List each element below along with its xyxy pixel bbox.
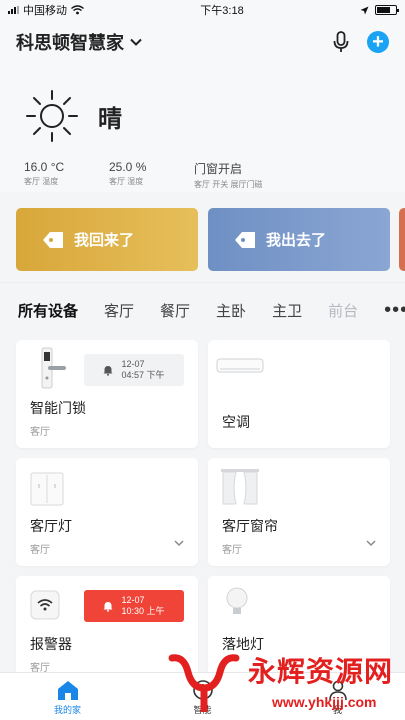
more-icon[interactable]: •••	[384, 299, 405, 322]
alarm-sensor-icon	[30, 590, 60, 620]
clock: 下午3:18	[200, 5, 244, 17]
temperature-stat: 16.0 °C 客厅 温度	[24, 160, 109, 190]
stat-label: 客厅 湿度	[109, 177, 144, 186]
weather-panel: 晴 16.0 °C 客厅 温度 25.0 % 客厅 湿度 门窗开启 客厅 开关 …	[0, 64, 405, 192]
last-event-badge: 12-07 04:57 下午	[84, 354, 184, 386]
app-header: 科思顿智慧家 +	[0, 20, 405, 64]
person-icon	[328, 680, 347, 701]
air-conditioner-icon	[216, 358, 264, 373]
tab-master-bathroom[interactable]: 主卫	[272, 300, 302, 321]
device-name: 落地灯	[222, 636, 264, 652]
tab-master-bedroom[interactable]: 主卧	[216, 300, 246, 321]
device-card-living-room-light[interactable]: 客厅灯 客厅	[16, 458, 198, 566]
wifi-icon	[71, 5, 84, 15]
stat-label: 客厅 温度	[24, 177, 59, 186]
stat-value: 16.0 °C	[24, 160, 65, 174]
home-selector[interactable]: 科思顿智慧家	[16, 29, 142, 55]
location-icon	[360, 6, 369, 14]
tabbar-label: 智能	[193, 705, 212, 715]
tab-dining-room[interactable]: 餐厅	[160, 300, 190, 321]
device-name: 报警器	[30, 636, 72, 652]
floor-lamp-icon	[226, 587, 248, 614]
device-grid: 12-0704:57 下午 智能门锁 客厅 空调 客厅灯 客厅 客厅窗帘 客厅	[0, 338, 405, 684]
tab-living-room[interactable]: 客厅	[104, 300, 134, 321]
scene-label: 我回来了	[74, 232, 135, 249]
door-sensor-stat: 门窗开启 客厅 开关 展厅门磁	[194, 160, 354, 190]
tag-icon	[235, 231, 255, 248]
stat-value: 门窗开启	[194, 162, 243, 176]
alarm-event-badge: 12-07 10:30 上午	[84, 590, 184, 622]
carrier-label: 中国移动	[23, 5, 67, 17]
device-room: 客厅	[30, 427, 50, 438]
device-card-air-conditioner[interactable]: 空调	[208, 340, 390, 448]
device-card-alarm[interactable]: 12-07 10:30 上午 报警器 客厅	[16, 576, 198, 684]
tabbar-label: 我的家	[53, 705, 81, 715]
bottom-tab-bar: 我的家 智能 我	[0, 672, 405, 720]
device-card-floor-lamp[interactable]: 落地灯	[208, 576, 390, 684]
home-name: 科思顿智慧家	[16, 33, 124, 53]
door-lock-icon	[41, 347, 66, 389]
tab-all-devices[interactable]: 所有设备	[18, 300, 78, 321]
bell-icon	[103, 365, 113, 376]
smart-icon	[192, 680, 213, 700]
device-name: 客厅灯	[30, 518, 72, 534]
device-card-smart-lock[interactable]: 12-07 04:57 下午 智能门锁 客厅	[16, 340, 198, 448]
chevron-down-icon[interactable]	[174, 540, 184, 547]
device-room: 客厅	[30, 545, 50, 556]
signal-icon	[8, 6, 19, 14]
device-name: 空调	[222, 414, 250, 430]
device-room: 客厅	[222, 545, 242, 556]
tabbar-smart[interactable]: 智能	[135, 673, 270, 720]
stat-value: 25.0 %	[109, 160, 147, 174]
scene-leaving-home-button[interactable]: 我出去了	[208, 208, 390, 271]
curtain-icon	[221, 469, 259, 505]
tag-icon	[43, 231, 63, 248]
scene-coming-home-button[interactable]: 我回来了	[16, 208, 198, 271]
plus-icon: +	[372, 31, 384, 53]
tabbar-label: 我	[332, 705, 342, 715]
tab-front-desk[interactable]: 前台	[328, 300, 358, 321]
badge-time: 04:57 下午	[121, 370, 165, 380]
badge-date: 12-07	[121, 358, 145, 369]
stat-label: 客厅 开关 展厅门磁	[194, 180, 263, 189]
device-name: 客厅窗帘	[222, 518, 278, 534]
chevron-down-icon	[130, 38, 142, 46]
tabbar-my-home[interactable]: 我的家	[0, 673, 135, 720]
status-bar: 中国移动 下午3:18	[0, 0, 405, 20]
badge-date: 12-07	[121, 594, 145, 605]
scene-row: 我回来了 我出去了	[0, 192, 405, 278]
bell-icon	[103, 601, 113, 612]
weather-condition: 晴	[98, 105, 122, 133]
add-button[interactable]: +	[367, 31, 389, 53]
battery-icon	[374, 5, 399, 15]
scene-label: 我出去了	[266, 232, 327, 249]
room-tabs: 所有设备 客厅 餐厅 主卧 主卫 前台 •••	[0, 282, 405, 338]
device-card-living-room-curtain[interactable]: 客厅窗帘 客厅	[208, 458, 390, 566]
badge-time: 10:30 上午	[121, 606, 165, 616]
tabbar-me[interactable]: 我	[270, 673, 405, 720]
light-switch-icon	[30, 472, 64, 506]
sun-icon	[26, 90, 78, 142]
scene-next-card[interactable]	[399, 208, 405, 271]
device-name: 智能门锁	[30, 400, 86, 416]
home-icon	[57, 681, 78, 700]
chevron-down-icon[interactable]	[366, 540, 376, 547]
microphone-icon[interactable]	[333, 31, 349, 53]
humidity-stat: 25.0 % 客厅 湿度	[109, 160, 194, 190]
